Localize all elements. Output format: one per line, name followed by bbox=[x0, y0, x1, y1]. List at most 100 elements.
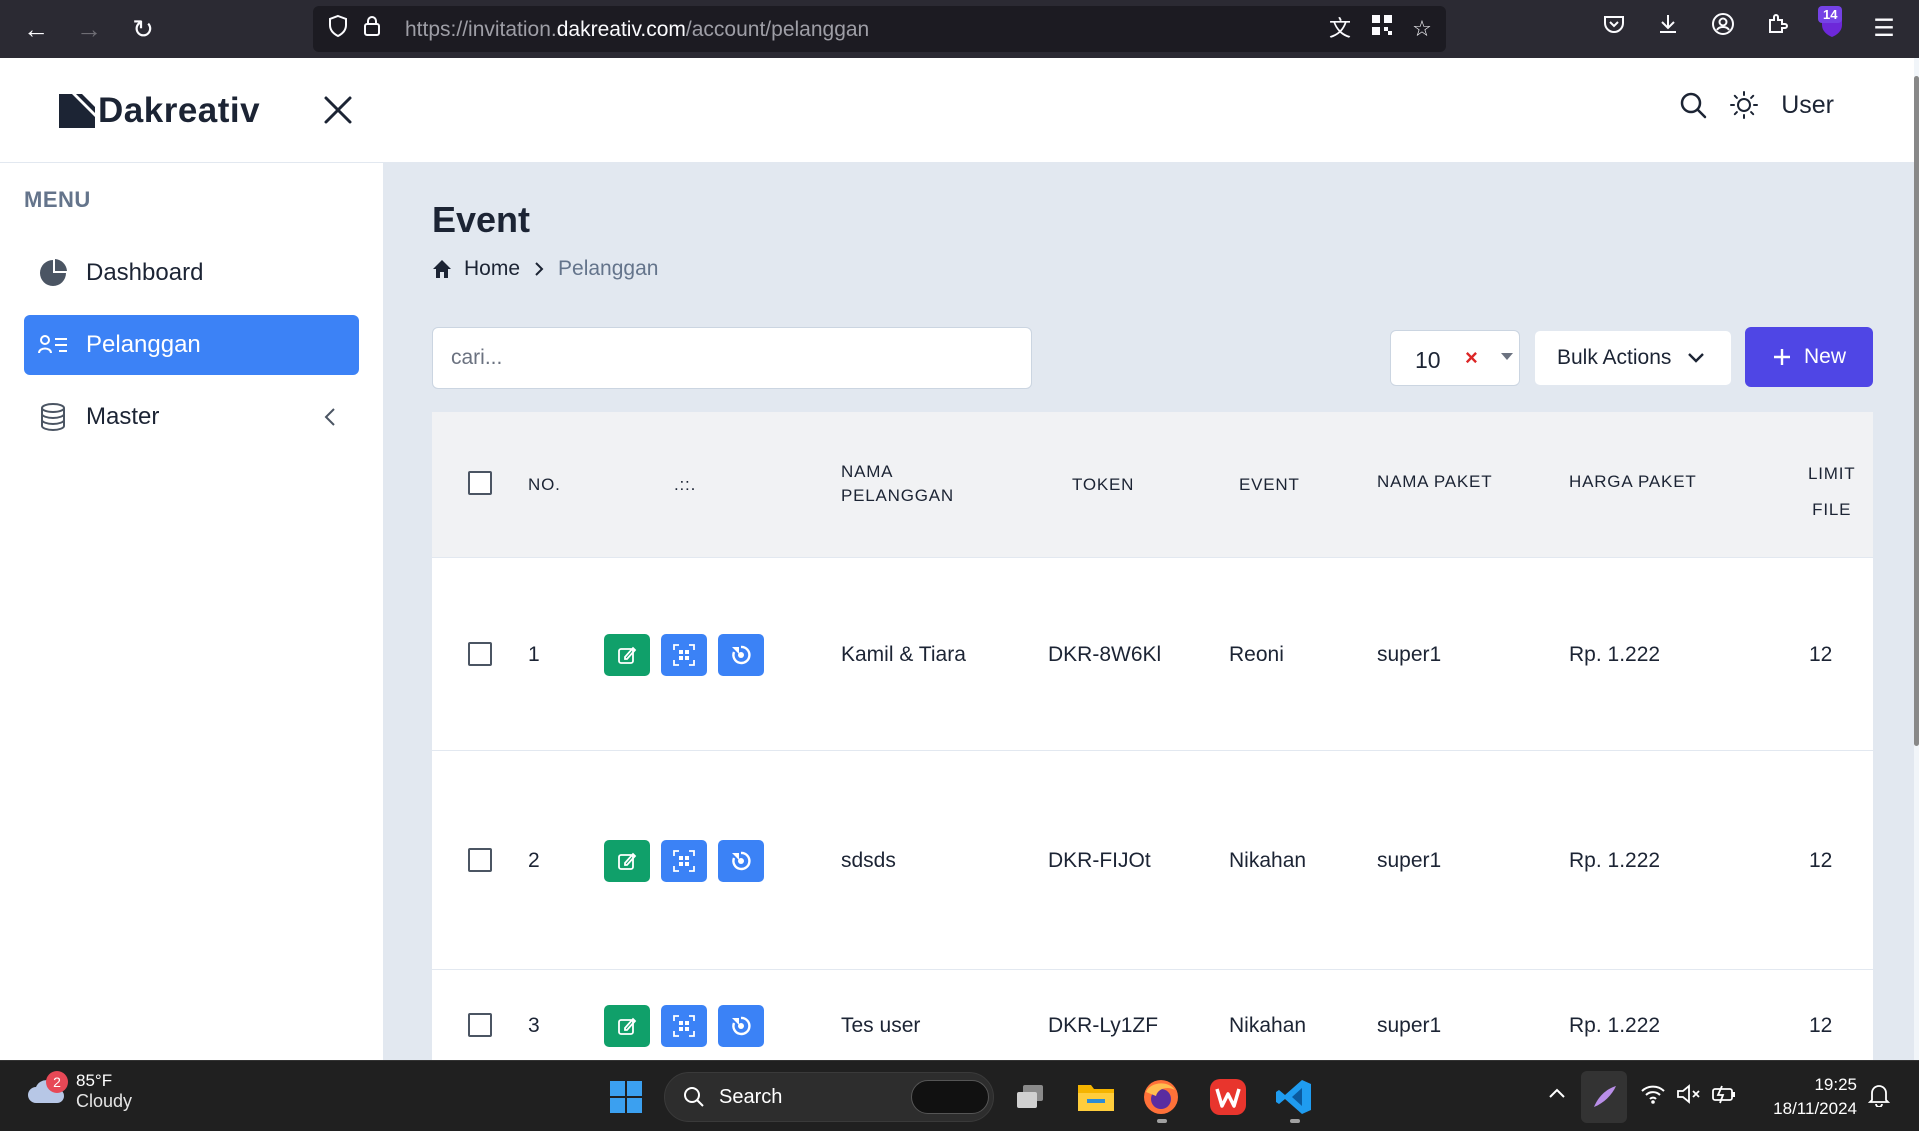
qr-code-button[interactable] bbox=[661, 634, 707, 676]
pocket-icon[interactable] bbox=[1597, 12, 1631, 46]
download-icon[interactable] bbox=[1651, 12, 1685, 46]
app-viewport: Dakreativ User MENU Dashboard Pelanggan … bbox=[0, 58, 1919, 1060]
column-header-limit-file[interactable]: LIMIT FILE bbox=[1808, 456, 1855, 528]
reload-icon[interactable]: ↻ bbox=[126, 12, 160, 46]
logo-mark-icon bbox=[59, 94, 95, 128]
edit-button[interactable] bbox=[604, 840, 650, 882]
wps-office-icon[interactable] bbox=[1206, 1075, 1250, 1119]
start-button[interactable] bbox=[604, 1075, 648, 1119]
firefox-icon[interactable] bbox=[1139, 1075, 1183, 1119]
weather-badge: 2 bbox=[46, 1071, 68, 1093]
reset-button[interactable] bbox=[718, 840, 764, 882]
database-icon bbox=[38, 402, 68, 432]
search-field-wrapper bbox=[432, 327, 1032, 389]
column-header-harga-paket[interactable]: HARGA PAKET bbox=[1569, 470, 1697, 494]
cell-limit-file: 12 bbox=[1809, 849, 1833, 872]
browser-toolbar: ← → ↻ https://invitation.dakreativ.com/a… bbox=[0, 0, 1919, 58]
star-icon[interactable]: ☆ bbox=[1407, 14, 1437, 44]
lock-icon[interactable] bbox=[357, 14, 387, 44]
column-header-actions: .::. bbox=[674, 475, 697, 494]
breadcrumb-home[interactable]: Home bbox=[464, 257, 520, 281]
edit-button[interactable] bbox=[604, 634, 650, 676]
feather-app-icon[interactable] bbox=[1581, 1071, 1627, 1123]
select-all-checkbox[interactable] bbox=[468, 471, 492, 495]
row-checkbox[interactable] bbox=[468, 848, 492, 872]
search-input[interactable] bbox=[433, 328, 1031, 388]
theme-toggle-sun-icon[interactable] bbox=[1729, 90, 1759, 120]
column-header-event[interactable]: EVENT bbox=[1239, 473, 1300, 497]
cell-nama-pelanggan: Tes user bbox=[841, 1014, 921, 1037]
cell-token: DKR-8W6Kl bbox=[1048, 643, 1162, 666]
app-header: Dakreativ User bbox=[0, 58, 1914, 163]
user-menu[interactable]: User bbox=[1781, 91, 1834, 120]
extension-badge: 14 bbox=[1818, 6, 1843, 23]
qr-code-button[interactable] bbox=[661, 840, 707, 882]
cell-no: 3 bbox=[528, 1014, 540, 1037]
file-explorer-icon[interactable] bbox=[1074, 1075, 1118, 1119]
edit-button[interactable] bbox=[604, 1005, 650, 1047]
reset-icon bbox=[732, 851, 751, 871]
reset-icon bbox=[732, 645, 751, 665]
qr-scan-icon bbox=[673, 1015, 695, 1037]
breadcrumb: Home Pelanggan bbox=[432, 257, 658, 281]
sidebar-item-dashboard[interactable]: Dashboard bbox=[24, 243, 359, 303]
task-view-icon[interactable] bbox=[1008, 1075, 1052, 1119]
new-button-label: New bbox=[1803, 345, 1846, 368]
chevron-down-icon bbox=[1688, 353, 1705, 363]
new-button[interactable]: New bbox=[1745, 327, 1873, 387]
cell-nama-pelanggan: Kamil & Tiara bbox=[841, 643, 966, 666]
column-header-nama-paket[interactable]: NAMA PAKET bbox=[1377, 470, 1492, 494]
chevron-right-icon bbox=[535, 262, 544, 276]
column-header-token[interactable]: TOKEN bbox=[1072, 473, 1134, 497]
close-sidebar-icon[interactable] bbox=[318, 90, 358, 130]
forward-icon[interactable]: → bbox=[72, 12, 106, 46]
hamburger-menu-icon[interactable]: ☰ bbox=[1867, 12, 1901, 46]
qr-grid-icon[interactable] bbox=[1367, 14, 1397, 44]
column-header-no[interactable]: NO. bbox=[528, 473, 561, 497]
shield-icon[interactable] bbox=[323, 14, 353, 44]
address-bar[interactable]: https://invitation.dakreativ.com/account… bbox=[313, 6, 1446, 52]
main-content: Event Home Pelanggan 10 × Bulk Actions N… bbox=[384, 163, 1914, 1060]
reset-button[interactable] bbox=[718, 1005, 764, 1047]
cell-event: Reoni bbox=[1229, 643, 1284, 666]
per-page-select[interactable]: 10 × bbox=[1390, 330, 1520, 386]
back-icon[interactable]: ← bbox=[19, 12, 53, 46]
cell-event: Nikahan bbox=[1229, 1014, 1307, 1037]
clock-time: 19:25 bbox=[1814, 1075, 1857, 1094]
menu-heading: MENU bbox=[24, 187, 91, 212]
logo[interactable]: Dakreativ bbox=[58, 91, 260, 131]
volume-muted-icon[interactable] bbox=[1676, 1083, 1702, 1111]
sidebar-item-label: Pelanggan bbox=[86, 331, 201, 358]
extensions-icon[interactable] bbox=[1760, 12, 1794, 46]
sidebar-item-master[interactable]: Master bbox=[24, 387, 359, 447]
per-page-value: 10 bbox=[1415, 347, 1441, 373]
clock-date: 18/11/2024 bbox=[1773, 1099, 1857, 1118]
system-clock[interactable]: 19:25 18/11/2024 bbox=[1773, 1073, 1857, 1121]
column-header-nama-pelanggan[interactable]: NAMA PELANGGAN bbox=[841, 460, 954, 508]
vscode-icon[interactable] bbox=[1272, 1075, 1316, 1119]
page-scrollbar[interactable] bbox=[1914, 76, 1919, 746]
url-text[interactable]: https://invitation.dakreativ.com/account… bbox=[405, 18, 869, 42]
translate-icon[interactable]: 文 bbox=[1325, 14, 1355, 44]
sidebar-item-pelanggan[interactable]: Pelanggan bbox=[24, 315, 359, 375]
clear-selection-icon[interactable]: × bbox=[1465, 345, 1478, 371]
search-icon[interactable] bbox=[1679, 91, 1707, 119]
notification-bell-icon[interactable] bbox=[1867, 1083, 1891, 1113]
logo-text: Dakreativ bbox=[98, 91, 261, 130]
cell-token: DKR-FIJOt bbox=[1048, 849, 1151, 872]
chevron-up-icon[interactable] bbox=[1548, 1083, 1566, 1106]
battery-charging-icon[interactable] bbox=[1711, 1083, 1737, 1111]
sidebar-item-label: Dashboard bbox=[86, 259, 204, 286]
wifi-icon[interactable] bbox=[1640, 1083, 1666, 1111]
search-highlight-image bbox=[911, 1080, 989, 1114]
cell-nama-paket: super1 bbox=[1377, 849, 1442, 872]
row-checkbox[interactable] bbox=[468, 642, 492, 666]
taskbar-search[interactable]: Search bbox=[664, 1072, 994, 1122]
weather-widget[interactable]: 85°F Cloudy bbox=[26, 1071, 132, 1112]
reset-button[interactable] bbox=[718, 634, 764, 676]
bulk-actions-button[interactable]: Bulk Actions bbox=[1534, 330, 1732, 386]
account-icon[interactable] bbox=[1706, 12, 1740, 46]
qr-code-button[interactable] bbox=[661, 1005, 707, 1047]
row-checkbox[interactable] bbox=[468, 1013, 492, 1037]
taskbar-search-label: Search bbox=[719, 1085, 783, 1108]
